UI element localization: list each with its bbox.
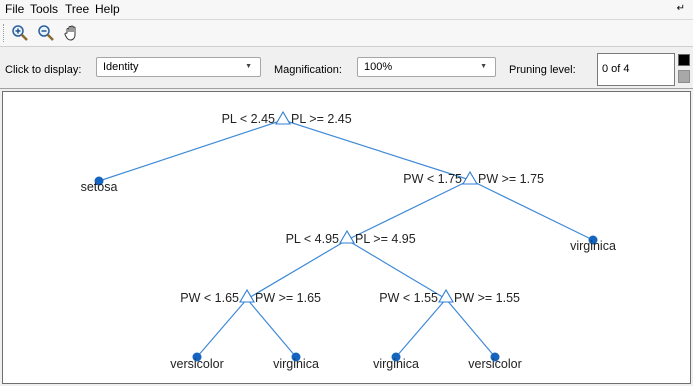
menu-tree[interactable]: Tree	[65, 2, 89, 16]
pruning-level-value: 0 of 4	[602, 63, 630, 75]
edge-n5-leaf3	[395, 298, 447, 358]
leaf-label-2: virginica	[273, 357, 319, 371]
controls-panel: Click to display: Identity ▼ Magnificati…	[0, 48, 693, 89]
leaf-label-4: versicolor	[468, 357, 522, 371]
decision-tree: PL < 2.45 PL >= 2.45 PW < 1.75 PW >= 1.7…	[81, 110, 616, 371]
decision-node-root[interactable]	[275, 110, 291, 125]
toolbar	[0, 20, 693, 47]
magnification-select-value: 100%	[364, 61, 393, 73]
edge-n2-virginica	[469, 179, 594, 241]
pruning-level-field[interactable]: 0 of 4	[597, 53, 675, 86]
edge-n4-leaf1	[196, 298, 248, 358]
split-label-n4-right: PW >= 1.65	[255, 291, 321, 305]
leaf-label-setosa: setosa	[81, 180, 118, 194]
magnification-select[interactable]: 100% ▼	[357, 57, 496, 77]
edge-root-n2	[282, 119, 471, 181]
pan-button[interactable]	[62, 23, 82, 43]
split-label-n3-left: PL < 4.95	[286, 232, 339, 246]
chevron-down-icon: ▼	[245, 63, 252, 70]
zoom-out-icon	[38, 25, 54, 41]
split-label-n2-right: PW >= 1.75	[478, 172, 544, 186]
split-label-n4-left: PW < 1.65	[180, 291, 239, 305]
edge-n2-n3	[346, 179, 471, 241]
split-label-n5-left: PW < 1.55	[379, 291, 438, 305]
zoom-in-icon	[12, 25, 28, 41]
pan-hand-icon	[64, 25, 76, 41]
split-label-n5-right: PW >= 1.55	[454, 291, 520, 305]
menu-help[interactable]: Help	[95, 2, 120, 16]
pruning-slider-down[interactable]	[678, 70, 690, 83]
leaf-label-virginica-top: virginica	[570, 239, 616, 253]
edge-n4-leaf2	[246, 298, 297, 358]
display-select-value: Identity	[103, 61, 139, 73]
split-label-n2-left: PW < 1.75	[403, 172, 462, 186]
edge-n5-leaf4	[445, 298, 496, 358]
zoom-in-button[interactable]	[10, 23, 30, 43]
tree-canvas[interactable]: PL < 2.45 PL >= 2.45 PW < 1.75 PW >= 1.7…	[2, 91, 691, 384]
magnification-label: Magnification:	[274, 64, 342, 76]
menu-tools[interactable]: Tools	[30, 2, 58, 16]
split-label-root-left: PL < 2.45	[222, 112, 275, 126]
display-label: Click to display:	[5, 64, 82, 76]
menu-file[interactable]: File	[5, 2, 24, 16]
pruning-label: Pruning level:	[509, 64, 576, 76]
toolbar-grip	[3, 24, 6, 42]
split-label-n3-right: PL >= 4.95	[355, 232, 416, 246]
split-label-root-right: PL >= 2.45	[291, 112, 352, 126]
leaf-label-3: virginica	[373, 357, 419, 371]
pruning-slider-up[interactable]	[678, 54, 690, 66]
dock-icon[interactable]: ↵	[677, 3, 685, 14]
zoom-out-button[interactable]	[36, 23, 56, 43]
chevron-down-icon: ▼	[480, 63, 487, 70]
leaf-label-1: versicolor	[170, 357, 224, 371]
display-select[interactable]: Identity ▼	[96, 57, 261, 77]
edge-root-setosa	[98, 119, 284, 182]
menu-bar: File Tools Tree Help ↵	[0, 0, 693, 20]
